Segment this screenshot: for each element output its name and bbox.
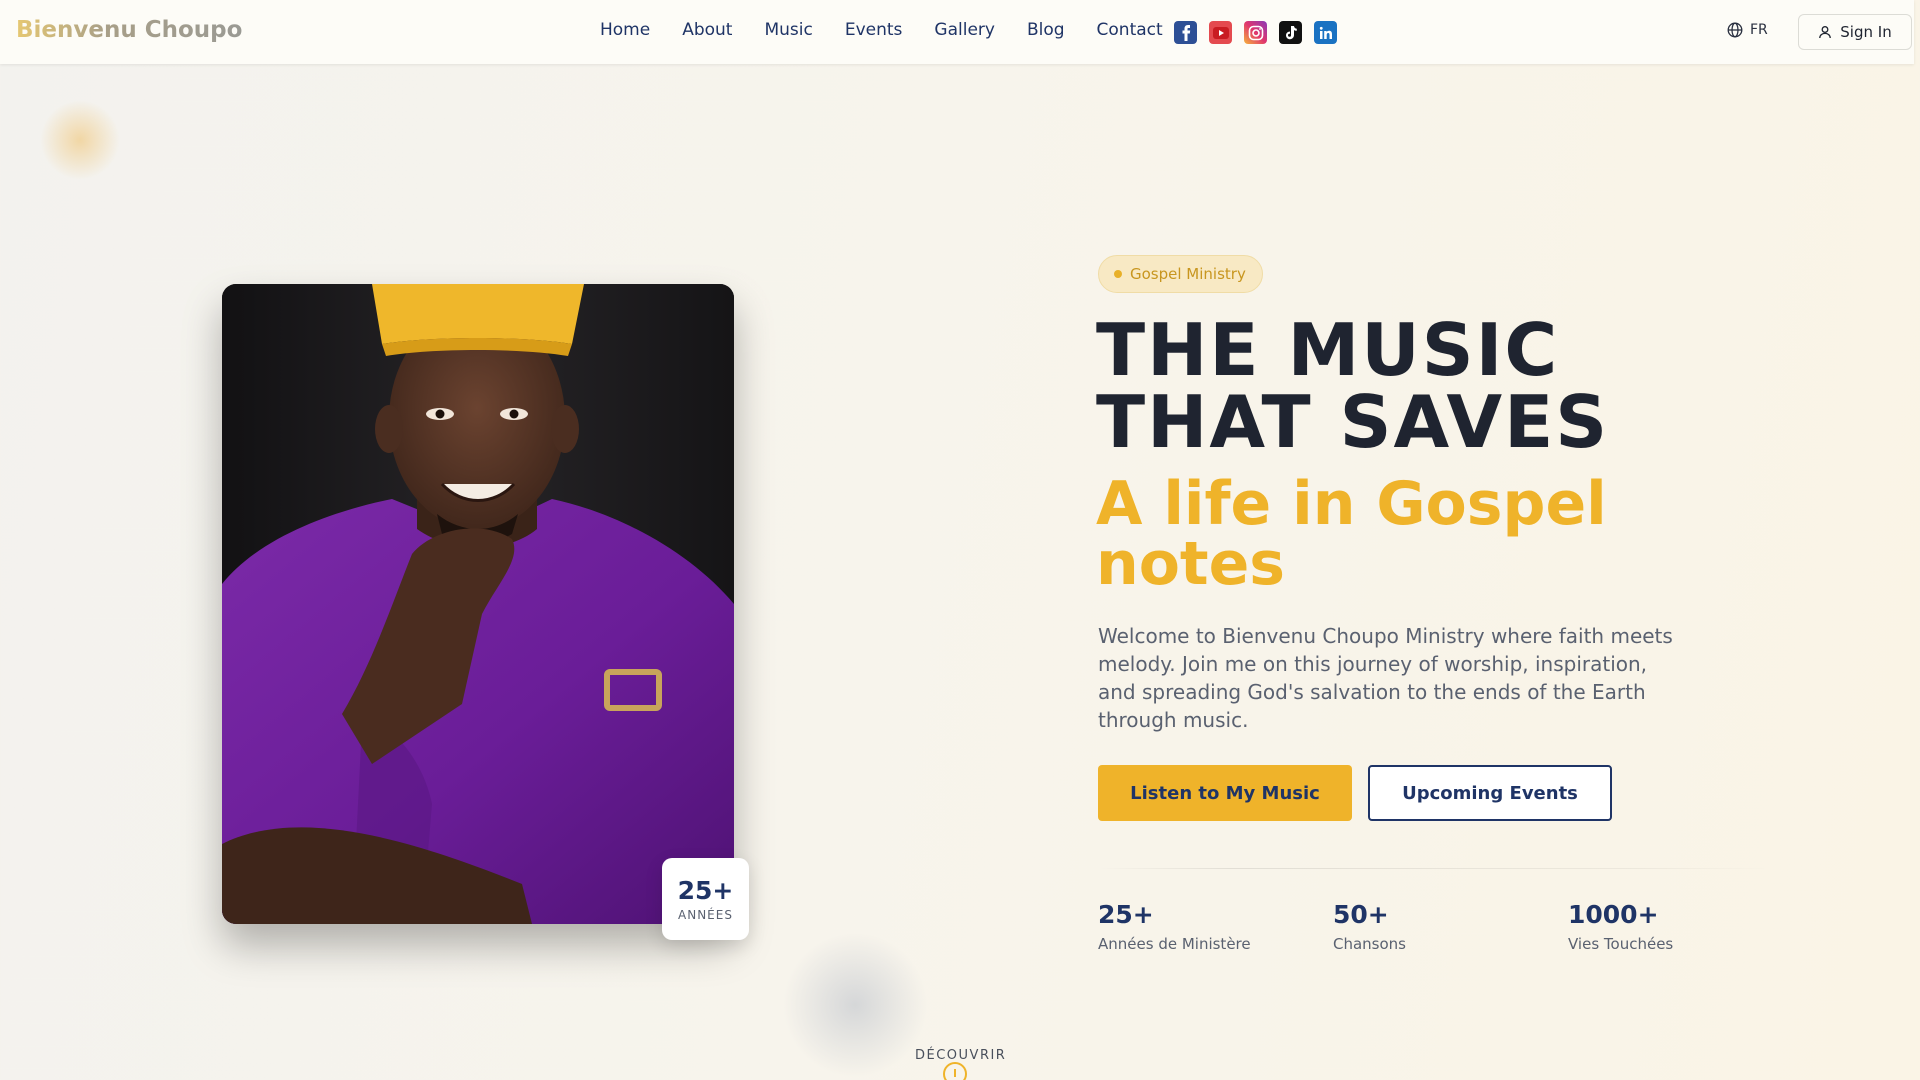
ministry-tag: Gospel Ministry [1098,255,1263,293]
upcoming-events-button[interactable]: Upcoming Events [1368,765,1612,821]
youtube-icon[interactable] [1209,21,1232,44]
nav-link-home[interactable]: Home [600,20,650,40]
stat-years: 25+ Années de Ministère [1098,900,1251,953]
decorative-blob-gold [40,100,120,180]
stat-lives: 1000+ Vies Touchées [1568,900,1673,953]
nav-link-gallery[interactable]: Gallery [934,20,995,40]
hero-subtitle-line1: A life in Gospel [1096,469,1607,539]
ministry-tag-label: Gospel Ministry [1130,265,1246,283]
artist-portrait [222,284,734,924]
facebook-icon[interactable] [1174,21,1197,44]
stats-divider [1098,868,1770,869]
stat-songs: 50+ Chansons [1333,900,1406,953]
sign-in-button[interactable]: Sign In [1798,14,1912,50]
stat-value: 1000+ [1568,900,1659,929]
hero-title-line1: THE MUSIC [1096,308,1560,392]
language-label: FR [1750,22,1768,38]
hero-subtitle: A life in Gospel notes [1096,474,1796,594]
user-icon [1819,26,1832,39]
site-header: Bienvenu Choupo Home About Music Events … [0,0,1914,64]
scroll-down-icon[interactable] [943,1062,967,1080]
tag-dot-icon [1114,270,1122,278]
stat-label: Années de Ministère [1098,935,1251,953]
experience-badge-label: ANNÉES [678,908,733,922]
experience-badge: 25+ ANNÉES [662,858,749,940]
hero-title-line2: THAT SAVES [1096,380,1610,464]
stat-label: Vies Touchées [1568,935,1674,953]
stat-label: Chansons [1333,935,1406,953]
nav-link-contact[interactable]: Contact [1097,20,1163,40]
decorative-blob-gray [780,930,930,1080]
experience-badge-value: 25+ [677,876,734,905]
language-switcher[interactable]: FR [1727,22,1768,38]
hero-title: THE MUSIC THAT SAVES [1096,314,1796,458]
hero-subtitle-line2: notes [1096,529,1286,599]
nav-link-music[interactable]: Music [764,20,812,40]
nav-link-events[interactable]: Events [845,20,903,40]
instagram-icon[interactable] [1244,21,1267,44]
hero-description: Welcome to Bienvenu Choupo Ministry wher… [1098,624,1673,732]
stat-value: 25+ [1098,900,1154,929]
main-nav: Home About Music Events Gallery Blog Con… [600,20,1195,40]
nav-link-blog[interactable]: Blog [1027,20,1065,40]
social-links [1174,21,1337,44]
discover-label[interactable]: DÉCOUVRIR [915,1048,1005,1063]
linkedin-icon[interactable] [1314,21,1337,44]
site-logo[interactable]: Bienvenu Choupo [16,17,242,43]
nav-link-about[interactable]: About [682,20,732,40]
stat-value: 50+ [1333,900,1389,929]
tiktok-icon[interactable] [1279,21,1302,44]
listen-music-button[interactable]: Listen to My Music [1098,765,1352,821]
sign-in-label: Sign In [1840,23,1892,41]
globe-icon [1727,22,1743,38]
